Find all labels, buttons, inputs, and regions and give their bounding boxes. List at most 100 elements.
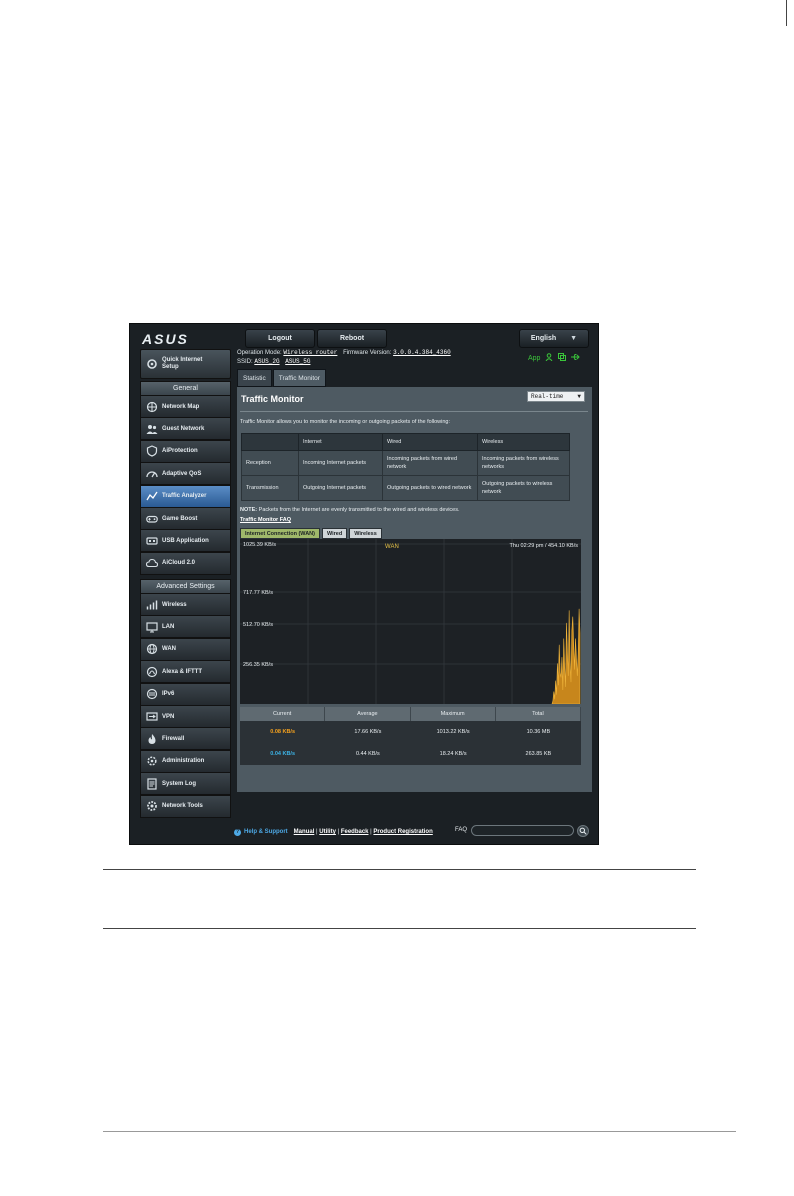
row-label: Reception	[241, 450, 299, 476]
tab-wireless[interactable]: Wireless	[349, 528, 382, 539]
help-support-link[interactable]: Help & Support	[244, 829, 288, 835]
ssid-2g-link[interactable]: ASUS_2G	[254, 358, 279, 365]
sidebar-item-label: AiCloud 2.0	[162, 560, 196, 567]
sidebar-item-alexa-and-ifttt[interactable]: Alexa & IFTTT	[140, 660, 231, 684]
stats-header-cell: Average	[325, 707, 411, 721]
sidebar-item-wan[interactable]: WAN	[140, 637, 231, 661]
sidebar-item-firewall[interactable]: Firewall	[140, 727, 231, 751]
sidebar-item-label: USB Application	[162, 537, 209, 544]
sidebar-item-system-log[interactable]: System Log	[140, 772, 231, 796]
sidebar-item-traffic-analyzer[interactable]: Traffic Analyzer	[140, 484, 231, 508]
traffic-monitor-panel: Traffic Monitor Real-time ▼ Traffic Moni…	[237, 387, 592, 792]
table-cell: Outgoing packets to wireless network	[477, 475, 570, 501]
stats-cell: 1013.22 KB/s	[410, 721, 496, 743]
note-rule-top	[103, 869, 696, 870]
sidebar-item-label: Guest Network	[162, 425, 205, 432]
language-label: English	[530, 335, 557, 342]
advanced-settings-header: Advanced Settings	[140, 579, 231, 594]
shield-icon	[145, 445, 158, 458]
system-log-icon	[145, 777, 158, 790]
ssid-5g-link[interactable]: ASUS_5G	[285, 358, 310, 365]
tab-wired[interactable]: Wired	[321, 528, 348, 539]
quick-internet-setup-button[interactable]: Quick Internet Setup	[140, 349, 231, 379]
operation-mode-link[interactable]: Wireless router	[283, 349, 337, 356]
manual-link[interactable]: Manual	[294, 829, 315, 835]
stats-cell: 10.36 MB	[495, 721, 581, 743]
usb-status-icon[interactable]	[571, 353, 581, 363]
table-header-cell: Internet	[298, 433, 383, 451]
sidebar-item-administration[interactable]: Administration	[140, 749, 231, 773]
note-label: NOTE:	[240, 507, 258, 513]
sidebar-item-lan[interactable]: LAN	[140, 615, 231, 639]
feedback-link[interactable]: Feedback	[341, 829, 369, 835]
network-tools-icon	[145, 800, 158, 813]
stats-cell: 17.66 KB/s	[325, 721, 411, 743]
y-tick-label: 256.35 KB/s	[243, 662, 273, 668]
sidebar-item-label: Network Map	[162, 403, 200, 410]
faq-label: FAQ	[455, 827, 468, 833]
client-icon[interactable]	[545, 353, 553, 363]
sidebar-item-label: Wireless	[162, 601, 187, 608]
search-icon[interactable]	[577, 825, 589, 837]
devices-icon[interactable]	[558, 353, 567, 363]
gamepad-icon	[145, 512, 158, 525]
chart-background	[240, 539, 581, 704]
chevron-down-icon: ▼	[577, 393, 581, 400]
sidebar-item-ipv6[interactable]: IPv6	[140, 682, 231, 706]
vpn-icon	[145, 710, 158, 723]
sidebar-item-label: IPv6	[162, 691, 175, 698]
ssid-line: SSID: ASUS_2G ASUS_5G	[237, 358, 314, 365]
lan-icon	[145, 620, 158, 633]
sidebar-item-aiprotection[interactable]: AiProtection	[140, 439, 231, 463]
sidebar-item-label: Game Boost	[162, 515, 198, 522]
sidebar-item-game-boost[interactable]: Game Boost	[140, 507, 231, 530]
stats-table: Current Average Maximum Total 0.08 KB/s …	[240, 707, 581, 765]
sidebar-item-usb-application[interactable]: USB Application	[140, 529, 231, 553]
app-status[interactable]: App	[528, 355, 540, 362]
table-row: Reception Incoming Internet packets Inco…	[241, 450, 570, 476]
utility-link[interactable]: Utility	[319, 829, 336, 835]
tab-statistic[interactable]: Statistic	[237, 369, 272, 387]
traffic-monitor-faq-link[interactable]: Traffic Monitor FAQ	[240, 517, 291, 523]
stats-cell: 18.24 KB/s	[410, 743, 496, 765]
wireless-icon	[145, 598, 158, 611]
faq-search-input[interactable]	[471, 825, 574, 836]
stats-header-row: Current Average Maximum Total	[240, 707, 581, 721]
language-select[interactable]: English ▼	[519, 329, 589, 348]
sidebar-item-network-map[interactable]: Network Map	[140, 395, 231, 418]
series-label: WAN	[385, 544, 399, 550]
quick-setup-label: Quick Internet Setup	[162, 357, 203, 370]
reboot-button[interactable]: Reboot	[317, 329, 387, 348]
monitor-mode-select[interactable]: Real-time ▼	[527, 391, 585, 402]
subtab-bar: Statistic Traffic Monitor	[237, 369, 327, 387]
sidebar-item-label: Alexa & IFTTT	[162, 668, 203, 675]
product-registration-link[interactable]: Product Registration	[373, 829, 432, 835]
firewall-icon	[145, 732, 158, 745]
ssid-label: SSID:	[237, 359, 253, 365]
y-tick-label: 512.70 KB/s	[243, 622, 273, 628]
ipv6-icon	[145, 688, 158, 701]
note: NOTE: Packets from the Internet are even…	[240, 507, 460, 513]
table-cell: Outgoing packets to wired network	[382, 475, 478, 501]
current-transmission-value: 0.04 KB/s	[240, 743, 326, 765]
firmware-link[interactable]: 3.0.0.4.384_4360	[393, 349, 451, 356]
setup-gear-icon	[145, 358, 158, 371]
chart-timestamp: Thu 02:29 pm / 454.10 KB/s	[510, 543, 579, 549]
sidebar-item-adaptive-qos[interactable]: Adaptive QoS	[140, 462, 231, 486]
chart-tabs: Internet Connection (WAN) Wired Wireless	[240, 528, 384, 539]
logout-button[interactable]: Logout	[245, 329, 315, 348]
y-tick-label: 1025.39 KB/s	[243, 542, 276, 548]
sidebar-item-wireless[interactable]: Wireless	[140, 593, 231, 616]
sidebar-item-guest-network[interactable]: Guest Network	[140, 417, 231, 441]
cloud-icon	[145, 557, 158, 570]
sidebar-item-aicloud-2-0[interactable]: AiCloud 2.0	[140, 551, 231, 575]
tab-internet-connection-wan[interactable]: Internet Connection (WAN)	[240, 528, 320, 539]
sidebar-item-label: Traffic Analyzer	[162, 493, 207, 500]
guest-network-icon	[145, 422, 158, 435]
monitor-mode-value: Real-time	[531, 393, 564, 400]
operation-mode-label: Operation Mode:	[237, 350, 282, 356]
sidebar-item-network-tools[interactable]: Network Tools	[140, 794, 231, 818]
tab-traffic-monitor[interactable]: Traffic Monitor	[272, 369, 326, 387]
sidebar-item-label: Administration	[162, 758, 205, 765]
sidebar-item-vpn[interactable]: VPN	[140, 705, 231, 728]
